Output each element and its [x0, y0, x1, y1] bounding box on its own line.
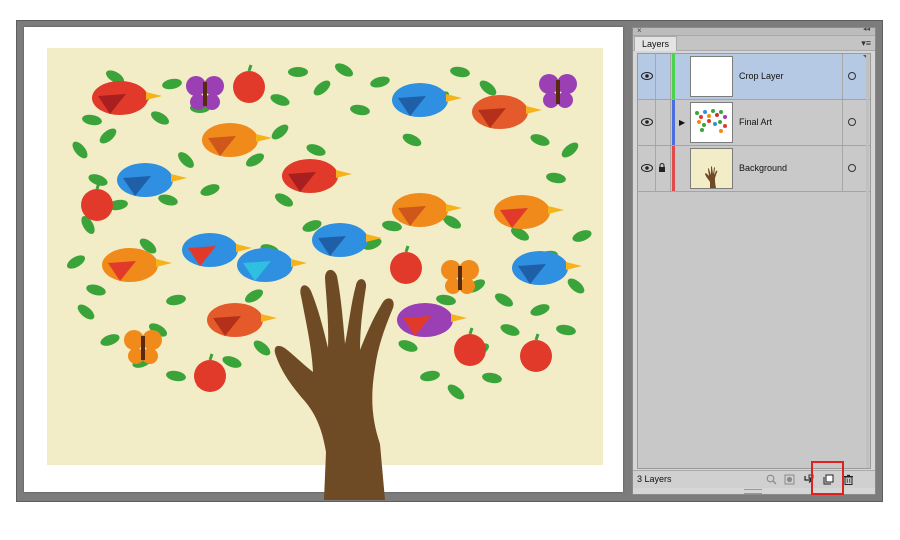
layers-list: Crop Layer ▶ Final Art Background: [637, 53, 871, 469]
layer-color-bar: [672, 100, 675, 145]
apple-stem: [404, 245, 410, 253]
visibility-eye-icon[interactable]: [641, 163, 653, 173]
collapse-panel-icon[interactable]: ◂◂: [863, 25, 870, 35]
apple: [520, 340, 552, 372]
background-thumbnail-image: [691, 149, 732, 188]
close-panel-icon[interactable]: ×: [637, 26, 642, 36]
panel-menu-icon[interactable]: ▾≡: [861, 37, 871, 49]
column-divider: [670, 100, 671, 145]
apple: [233, 71, 265, 103]
column-divider: [670, 146, 671, 191]
butterfly-body: [203, 82, 207, 106]
butterfly-body: [458, 266, 462, 290]
target-circle-icon[interactable]: [848, 164, 856, 172]
panel-title-bar[interactable]: × ◂◂: [633, 25, 875, 36]
visibility-eye-icon[interactable]: [641, 71, 653, 81]
layer-row-crop-layer[interactable]: Crop Layer: [638, 54, 870, 100]
column-divider: [655, 146, 656, 191]
layer-color-bar: [672, 146, 675, 191]
apple-stem: [247, 64, 253, 72]
expand-triangle-icon[interactable]: ▶: [679, 118, 685, 128]
apple: [454, 334, 486, 366]
layer-count-label: 3 Layers: [637, 474, 672, 484]
apple-stem: [95, 182, 101, 190]
final-art-thumbnail-image: [691, 103, 732, 142]
column-divider: [842, 146, 843, 191]
column-divider: [842, 54, 843, 99]
apple: [390, 252, 422, 284]
panel-resize-grip[interactable]: [744, 489, 762, 494]
visibility-eye-icon[interactable]: [641, 117, 653, 127]
butterfly-body: [141, 336, 145, 360]
column-divider: [842, 100, 843, 145]
apple: [194, 360, 226, 392]
leaf: [288, 67, 308, 77]
apple: [81, 189, 113, 221]
tab-layers[interactable]: Layers: [634, 36, 678, 51]
column-divider: [655, 100, 656, 145]
panel-tab-row: Layers ▾≡: [633, 36, 875, 51]
column-divider: [655, 54, 656, 99]
layer-name[interactable]: Final Art: [739, 117, 772, 128]
apple-stem: [534, 333, 540, 341]
target-circle-icon[interactable]: [848, 72, 856, 80]
locate-object-icon[interactable]: [766, 474, 777, 485]
apple-stem: [468, 327, 474, 335]
lock-icon[interactable]: [658, 163, 666, 173]
layer-color-bar: [672, 54, 675, 99]
butterfly-body: [556, 80, 560, 104]
column-divider: [670, 54, 671, 99]
layer-row-final-art[interactable]: ▶ Final Art: [638, 100, 870, 146]
layer-name[interactable]: Background: [739, 163, 787, 174]
apple-stem: [208, 353, 214, 361]
layers-panel: × ◂◂ Layers ▾≡ Crop Layer ▶ Final Art Ba…: [632, 25, 876, 495]
layer-thumbnail: [690, 56, 733, 97]
layer-row-background[interactable]: Background: [638, 146, 870, 192]
layer-name[interactable]: Crop Layer: [739, 71, 784, 82]
make-clipping-mask-icon[interactable]: [784, 474, 795, 485]
layers-scrollbar[interactable]: [866, 54, 869, 468]
layer-thumbnail: [690, 148, 733, 189]
delete-layer-icon[interactable]: [843, 474, 854, 485]
layer-thumbnail: [690, 102, 733, 143]
target-circle-icon[interactable]: [848, 118, 856, 126]
highlight-rectangle: [811, 461, 844, 495]
